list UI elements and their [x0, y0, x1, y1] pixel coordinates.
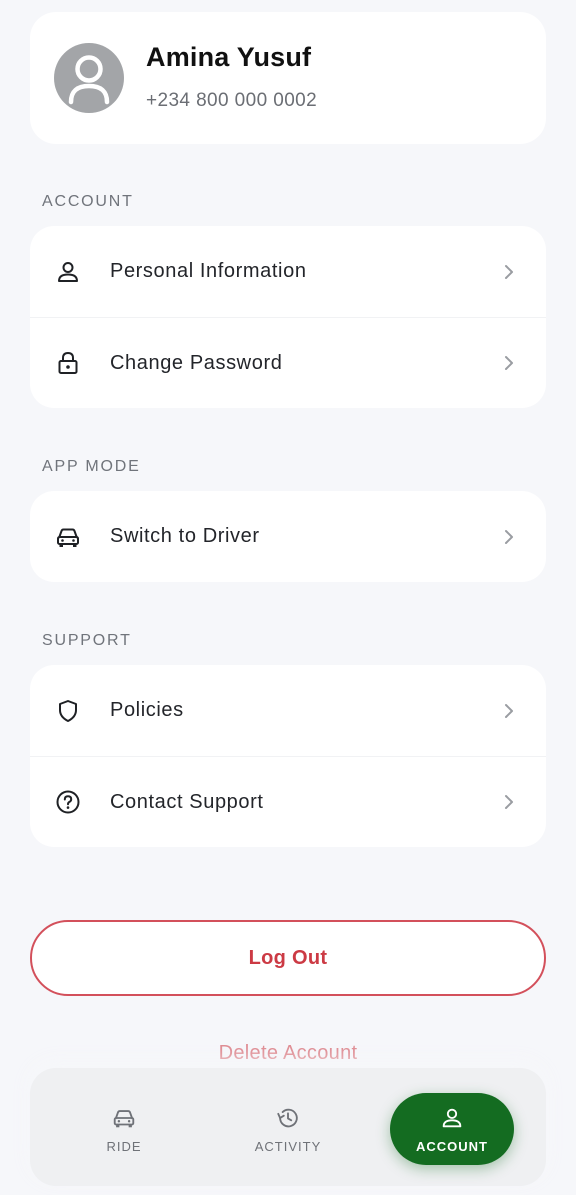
policies-label: Policies	[110, 699, 184, 721]
app-mode-card: Switch to Driver	[30, 491, 546, 582]
chevron-right-icon	[502, 793, 516, 811]
chevron-right-icon	[502, 354, 516, 372]
switch-to-driver-row[interactable]: Switch to Driver	[30, 491, 546, 582]
nav-label-activity: ACTIVITY	[254, 1138, 322, 1154]
change-password-row[interactable]: Change Password	[30, 317, 546, 408]
personal-information-label: Personal Information	[110, 260, 307, 282]
bottom-nav: RIDE ACTIVITY ACCOUNT	[30, 1068, 546, 1186]
shield-icon	[54, 697, 82, 725]
nav-tab-account[interactable]: ACCOUNT	[390, 1093, 514, 1165]
section-label-account: ACCOUNT	[42, 193, 134, 210]
person-icon	[54, 258, 82, 286]
nav-label-account: ACCOUNT	[416, 1138, 488, 1154]
chevron-right-icon	[502, 702, 516, 720]
switch-to-driver-label: Switch to Driver	[110, 525, 260, 547]
help-icon	[54, 788, 82, 816]
contact-support-row[interactable]: Contact Support	[30, 756, 546, 847]
logout-button[interactable]: Log Out	[30, 920, 546, 996]
profile-name: Amina Yusuf	[146, 42, 312, 72]
profile-card: Amina Yusuf +234 800 000 0002	[30, 12, 546, 144]
support-card: Policies Contact Support	[30, 665, 546, 847]
nav-tab-ride[interactable]: RIDE	[64, 1093, 184, 1165]
change-password-label: Change Password	[110, 351, 283, 374]
logout-label: Log Out	[248, 946, 328, 969]
avatar	[52, 42, 126, 114]
profile-phone: +234 800 000 0002	[146, 90, 318, 111]
person-icon	[439, 1105, 465, 1131]
car-icon	[54, 523, 82, 551]
personal-information-row[interactable]: Personal Information	[30, 226, 546, 317]
policies-row[interactable]: Policies	[30, 665, 546, 756]
chevron-right-icon	[502, 263, 516, 281]
nav-tab-activity[interactable]: ACTIVITY	[228, 1093, 348, 1165]
contact-support-label: Contact Support	[110, 790, 264, 813]
history-icon	[275, 1105, 301, 1131]
section-label-support: SUPPORT	[42, 632, 132, 649]
section-label-app-mode: APP MODE	[42, 458, 141, 475]
chevron-right-icon	[502, 528, 516, 546]
car-icon	[111, 1105, 137, 1131]
nav-label-ride: RIDE	[106, 1138, 142, 1154]
lock-icon	[54, 349, 82, 377]
delete-account-link[interactable]: Delete Account	[0, 1042, 576, 1065]
account-card: Personal Information Change Password	[30, 226, 546, 408]
